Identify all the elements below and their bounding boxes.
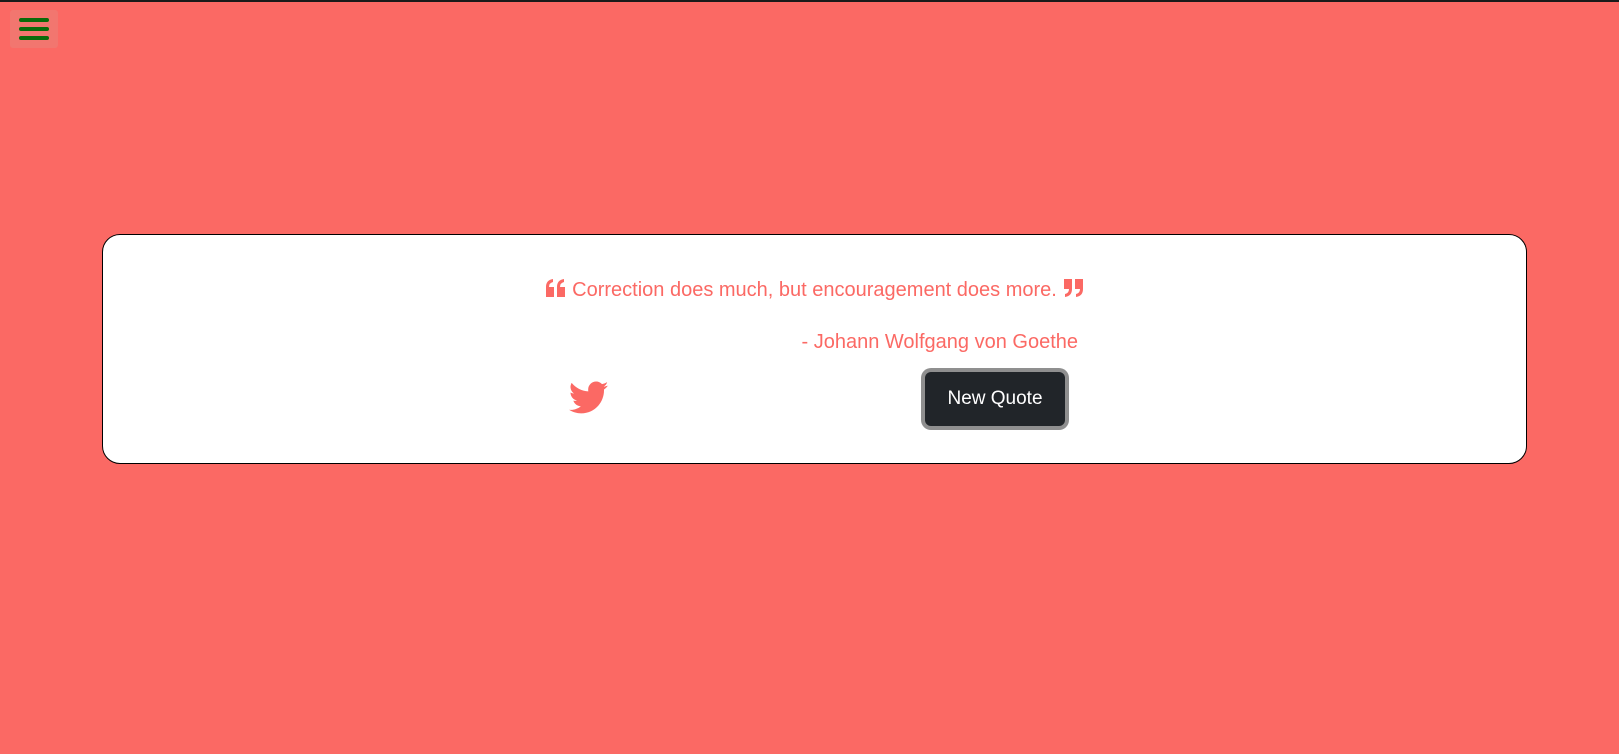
new-quote-button[interactable]: New Quote	[925, 372, 1065, 426]
top-border	[0, 0, 1619, 2]
hamburger-menu-icon-bar	[19, 36, 49, 40]
hamburger-menu-icon	[19, 18, 49, 22]
quote-right-icon	[1063, 279, 1083, 297]
twitter-icon[interactable]	[569, 381, 609, 415]
quote-text: Correction does much, but encouragement …	[572, 279, 1057, 301]
quote-author: - Johann Wolfgang von Goethe	[801, 331, 1078, 353]
quote-box: Correction does much, but encouragement …	[102, 234, 1527, 464]
quote-left-icon	[546, 279, 566, 297]
quote-line: Correction does much, but encouragement …	[103, 279, 1526, 302]
hamburger-menu-icon-bar	[19, 27, 49, 31]
hamburger-menu-button[interactable]	[10, 10, 58, 48]
